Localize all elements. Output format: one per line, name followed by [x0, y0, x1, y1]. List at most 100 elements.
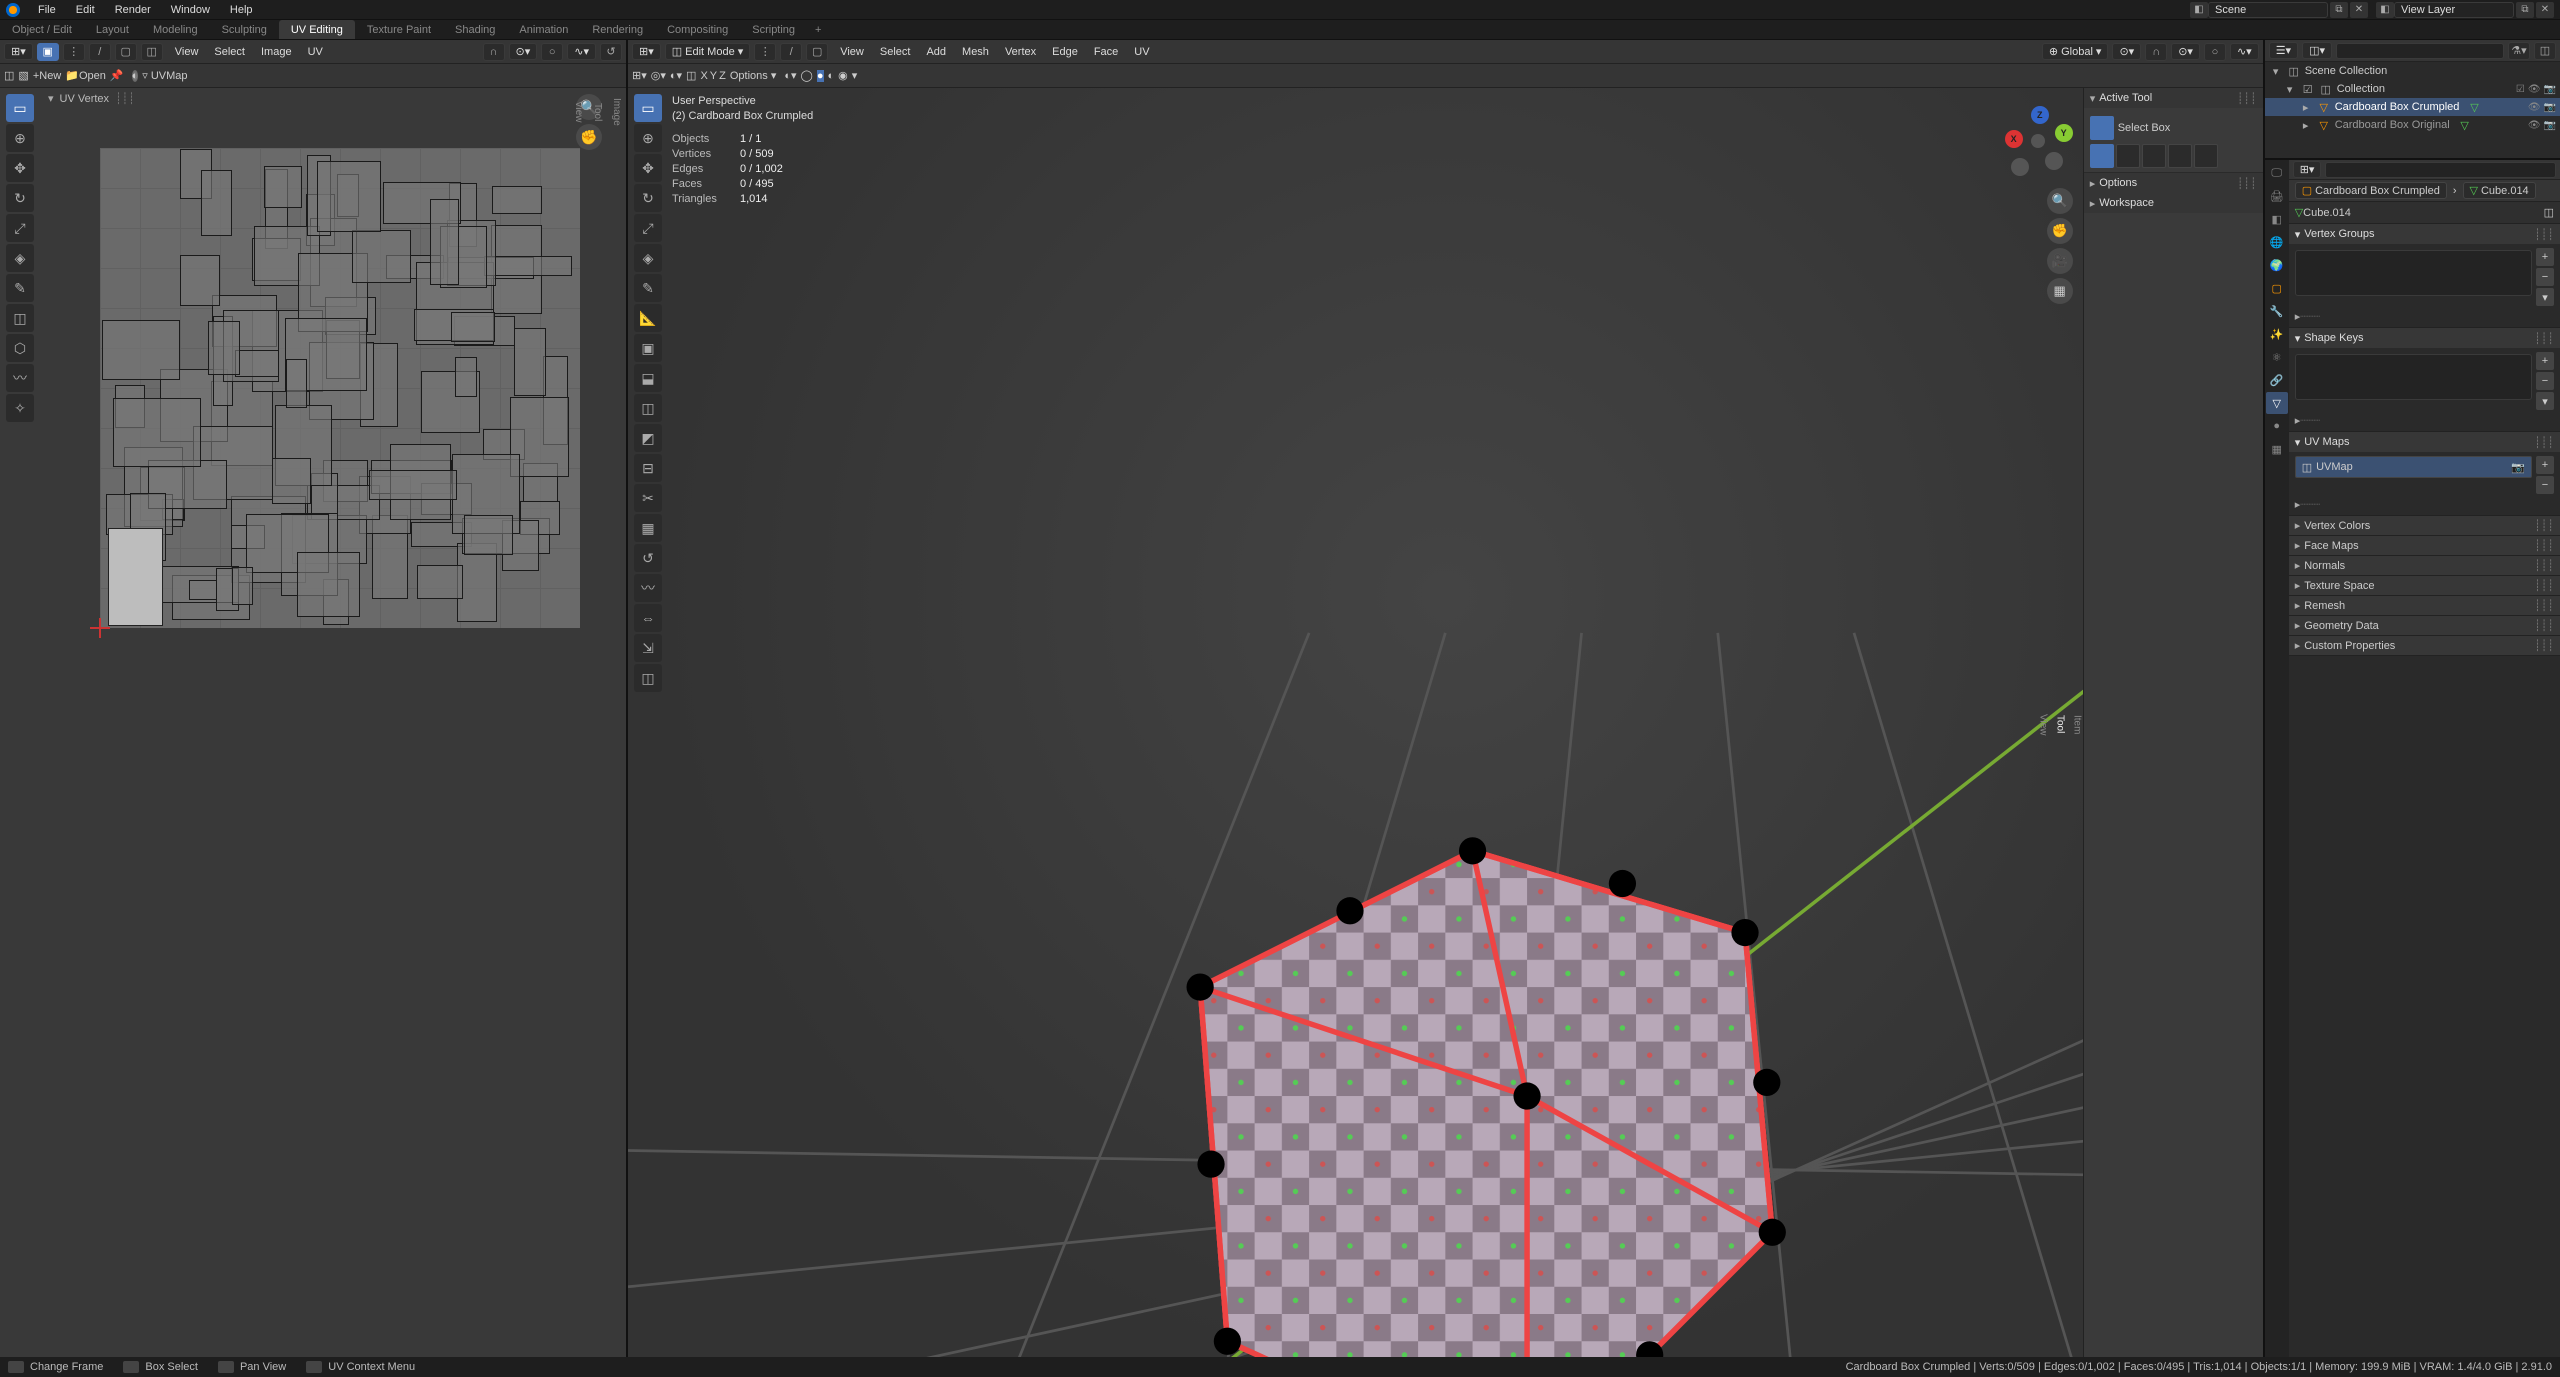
uv-island[interactable]: [455, 357, 477, 398]
uv-snap-type-select[interactable]: ⊙▾: [509, 43, 538, 60]
disable-render-icon[interactable]: 📷: [2544, 84, 2556, 95]
prop-tab-modifiers[interactable]: 🔧: [2266, 300, 2288, 322]
uv-island[interactable]: [113, 398, 201, 467]
select-mode-subtract[interactable]: [2142, 144, 2166, 168]
prop-tab-output[interactable]: 🖨: [2266, 185, 2288, 207]
scene-name-input[interactable]: [2208, 2, 2328, 18]
uv-editor-type-select[interactable]: ⊞▾: [4, 43, 33, 60]
uv-2d-cursor[interactable]: [90, 618, 110, 638]
camera-icon[interactable]: 📷: [2511, 461, 2525, 474]
viewport-gizmo-select[interactable]: ◎▾: [651, 69, 666, 82]
scene-browser-icon[interactable]: ◧: [2190, 2, 2208, 18]
viewport-options-select[interactable]: Options ▾: [730, 69, 777, 82]
workspace-tab-rendering[interactable]: Rendering: [580, 20, 655, 39]
uv-display-channels-select[interactable]: ◐: [132, 70, 139, 82]
uv-island[interactable]: [208, 321, 240, 375]
workspace-tab-texture-paint[interactable]: Texture Paint: [355, 20, 443, 39]
select-mode-invert[interactable]: [2168, 144, 2192, 168]
section-custom-properties-header[interactable]: ▸Custom Properties┊┊┊: [2289, 636, 2560, 656]
menu-render[interactable]: Render: [105, 4, 161, 16]
new-viewlayer-icon[interactable]: ⧉: [2516, 2, 2534, 18]
viewport-snap-toggle[interactable]: ∩: [2145, 43, 2167, 61]
uv-map-name[interactable]: UVMap: [2316, 461, 2353, 473]
outliner-scene-collection-row[interactable]: ▾ ◫ Scene Collection: [2265, 62, 2560, 80]
uv-island[interactable]: [264, 166, 302, 208]
uv-propedit-toggle[interactable]: ○: [541, 43, 563, 61]
uv-sync-selection-toggle[interactable]: ▣: [37, 43, 59, 61]
prop-tab-world[interactable]: 🌍: [2266, 254, 2288, 276]
viewport-axis-z[interactable]: Z: [719, 70, 726, 82]
viewport-propedit-toggle[interactable]: ○: [2204, 43, 2226, 61]
viewport-menu-select[interactable]: Select: [872, 46, 919, 58]
uv-tool-scale[interactable]: ⤢: [6, 214, 34, 242]
section-remesh-header[interactable]: ▸Remesh┊┊┊: [2289, 596, 2560, 616]
npanel-active-tool-header[interactable]: Active Tool: [2099, 92, 2152, 104]
shape-key-add-button[interactable]: +: [2536, 352, 2554, 370]
outliner-search-input[interactable]: [2336, 43, 2504, 59]
menu-file[interactable]: File: [28, 4, 66, 16]
viewport-menu-face[interactable]: Face: [1086, 46, 1126, 58]
section-texture-space-header[interactable]: ▸Texture Space┊┊┊: [2289, 576, 2560, 596]
vertex-group-add-button[interactable]: +: [2536, 248, 2554, 266]
viewport-shading-solid[interactable]: ●: [817, 70, 824, 82]
prop-tab-data[interactable]: ▽: [2266, 392, 2288, 414]
viewport-menu-uv[interactable]: UV: [1126, 46, 1157, 58]
uv-island[interactable]: [484, 256, 572, 276]
uv-image-pin-icon[interactable]: ◫: [4, 69, 14, 82]
uv-map-add-button[interactable]: +: [2536, 456, 2554, 474]
shape-keys-list[interactable]: [2295, 354, 2532, 400]
viewport-mode-select[interactable]: ◫ Edit Mode ▾: [665, 43, 750, 60]
vertex-group-menu-button[interactable]: ▾: [2536, 288, 2554, 306]
grip-icon[interactable]: ┊┊┊: [115, 92, 135, 105]
section-face-maps-header[interactable]: ▸Face Maps┊┊┊: [2289, 536, 2560, 556]
outliner-display-mode-select[interactable]: ◫▾: [2302, 42, 2332, 59]
viewport-shading-options[interactable]: ▾: [852, 69, 858, 82]
vertex-group-remove-button[interactable]: −: [2536, 268, 2554, 286]
uv-face-select-mode[interactable]: ▢: [115, 43, 137, 61]
uv-menu-uv[interactable]: UV: [300, 46, 331, 58]
uv-new-image-button[interactable]: +New: [33, 70, 61, 82]
uv-island[interactable]: [272, 458, 310, 505]
uv-pin-icon[interactable]: 📌: [110, 69, 124, 82]
uv-vert-select-mode[interactable]: ⋮: [63, 43, 85, 61]
uv-uvmap-select[interactable]: ▿ UVMap: [142, 69, 187, 82]
select-mode-new[interactable]: [2090, 144, 2114, 168]
uv-tool-rip[interactable]: ◫: [6, 304, 34, 332]
uv-tool-relax[interactable]: 〰: [6, 364, 34, 392]
outliner-object-row[interactable]: ▸▽Cardboard Box Original▽👁📷: [2265, 116, 2560, 134]
props-editor-type-select[interactable]: ⊞▾: [2293, 161, 2322, 178]
viewport-face-mode[interactable]: ▢: [806, 43, 828, 61]
hide-viewport-icon[interactable]: 👁: [2528, 84, 2541, 95]
viewlayer-name-input[interactable]: [2394, 2, 2514, 18]
select-mode-extend[interactable]: [2116, 144, 2140, 168]
menu-edit[interactable]: Edit: [66, 4, 105, 16]
uv-island[interactable]: [180, 255, 220, 306]
viewport-overlay-select[interactable]: ◐▾: [670, 69, 682, 82]
section-shape-keys-header[interactable]: ▾Shape Keys┊┊┊: [2289, 328, 2560, 348]
uv-island-select-mode[interactable]: ◫: [141, 43, 163, 61]
outliner-new-collection-button[interactable]: ◫: [2534, 42, 2556, 60]
uv-island[interactable]: [369, 470, 457, 500]
hide-viewport-icon[interactable]: 👁: [2528, 102, 2541, 113]
outliner-object-row[interactable]: ▸▽Cardboard Box Crumpled▽👁📷: [2265, 98, 2560, 116]
uv-image-area[interactable]: [100, 148, 580, 628]
viewport-vert-mode[interactable]: ⋮: [754, 43, 776, 61]
uv-open-image-button[interactable]: 📁Open: [65, 69, 106, 82]
viewport-xray-toggle[interactable]: ◫: [686, 69, 696, 82]
viewport-menu-vertex[interactable]: Vertex: [997, 46, 1044, 58]
checkbox-icon[interactable]: ☑: [2301, 83, 2315, 96]
viewport-axis-x[interactable]: X: [700, 70, 707, 82]
delete-scene-icon[interactable]: ✕: [2350, 2, 2368, 18]
workspace-tab-first[interactable]: Object / Edit: [0, 20, 84, 39]
uv-tool-annotate[interactable]: ✎: [6, 274, 34, 302]
viewport-shading-popover[interactable]: ◐▾: [784, 69, 796, 82]
viewport-shading-wire[interactable]: ◯: [801, 69, 813, 82]
uv-sidetab-view[interactable]: View: [573, 92, 584, 132]
outliner-editor-type-select[interactable]: ☰▾: [2269, 42, 2298, 59]
uv-island[interactable]: [352, 230, 411, 283]
viewport-shading-matprev[interactable]: ◐: [828, 70, 835, 82]
uv-propedit-type-select[interactable]: ∿▾: [567, 43, 596, 60]
disable-render-icon[interactable]: 📷: [2544, 120, 2556, 131]
uv-canvas[interactable]: [60, 128, 586, 1337]
workspace-add-button[interactable]: +: [807, 20, 829, 39]
